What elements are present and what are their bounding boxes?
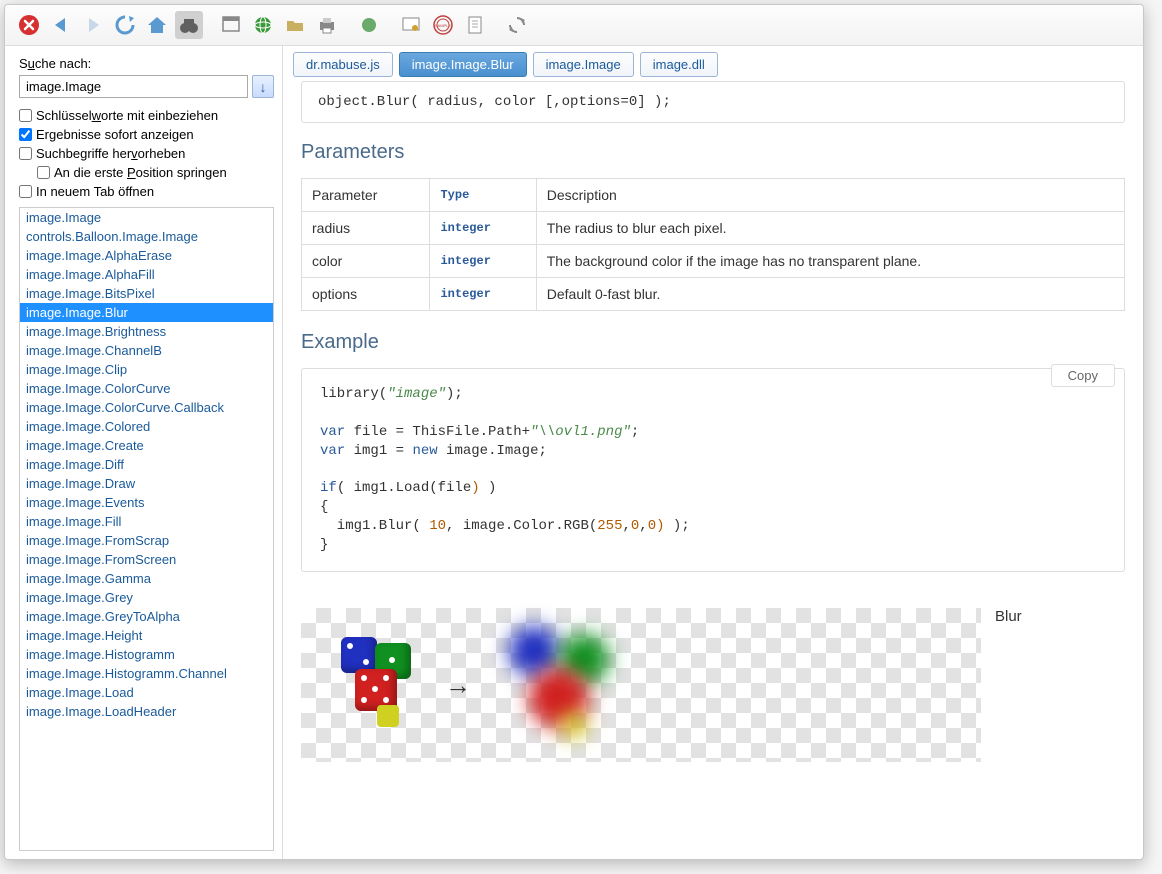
result-item[interactable]: image.Image <box>20 208 273 227</box>
result-item[interactable]: image.Image.Brightness <box>20 322 273 341</box>
result-item[interactable]: image.Image.LoadHeader <box>20 702 273 721</box>
arrow-icon: → <box>445 670 471 701</box>
search-sidebar: Suche nach: ↓ Schlüsselworte mit einbezi… <box>5 46 283 859</box>
result-item[interactable]: image.Image.Load <box>20 683 273 702</box>
binoculars-icon[interactable] <box>175 11 203 39</box>
result-item[interactable]: image.Image.FromScreen <box>20 550 273 569</box>
parameters-table: Parameter Type Description radiusinteger… <box>301 178 1125 311</box>
search-submit-button[interactable]: ↓ <box>252 75 274 98</box>
result-item[interactable]: image.Image.Events <box>20 493 273 512</box>
table-row: optionsintegerDefault 0-fast blur. <box>302 278 1125 311</box>
tab[interactable]: image.dll <box>640 52 718 77</box>
document-icon[interactable] <box>461 11 489 39</box>
refresh-icon[interactable] <box>111 11 139 39</box>
result-item[interactable]: image.Image.Height <box>20 626 273 645</box>
result-item[interactable]: image.Image.Draw <box>20 474 273 493</box>
tab[interactable]: dr.mabuse.js <box>293 52 393 77</box>
parameters-heading: Parameters <box>301 141 1125 164</box>
print-icon[interactable] <box>313 11 341 39</box>
chk-instant[interactable]: Ergebnisse sofort anzeigen <box>19 127 274 142</box>
th-type: Type <box>430 179 536 212</box>
th-parameter: Parameter <box>302 179 430 212</box>
table-row: radiusintegerThe radius to blur each pix… <box>302 212 1125 245</box>
result-item[interactable]: image.Image.AlphaErase <box>20 246 273 265</box>
tab-bar: dr.mabuse.jsimage.Image.Blurimage.Imagei… <box>283 46 1143 77</box>
syntax-block: object.Blur( radius, color [,options=0] … <box>301 81 1125 123</box>
result-item[interactable]: image.Image.Grey <box>20 588 273 607</box>
result-item[interactable]: image.Image.FromScrap <box>20 531 273 550</box>
result-item[interactable]: image.Image.Blur <box>20 303 273 322</box>
main-area: Suche nach: ↓ Schlüsselworte mit einbezi… <box>5 46 1143 859</box>
content-pane: dr.mabuse.jsimage.Image.Blurimage.Imagei… <box>283 46 1143 859</box>
result-item[interactable]: controls.Balloon.Image.Image <box>20 227 273 246</box>
svg-text:SAMPLE: SAMPLE <box>435 23 452 28</box>
example-heading: Example <box>301 331 1125 354</box>
result-item[interactable]: image.Image.Create <box>20 436 273 455</box>
sample-stamp-icon[interactable]: SAMPLE <box>429 11 457 39</box>
chk-highlight[interactable]: Suchbegriffe hervorheben <box>19 146 274 161</box>
code-example: library("image"); var file = ThisFile.Pa… <box>301 368 1125 572</box>
result-item[interactable]: image.Image.Gamma <box>20 569 273 588</box>
back-icon[interactable] <box>47 11 75 39</box>
th-description: Description <box>536 179 1124 212</box>
results-list[interactable]: image.Imagecontrols.Balloon.Image.Imagei… <box>19 207 274 851</box>
result-item[interactable]: image.Image.ColorCurve <box>20 379 273 398</box>
tab[interactable]: image.Image <box>533 52 634 77</box>
image-comparison: → Blur <box>301 608 1125 762</box>
table-row: colorintegerThe background color if the … <box>302 245 1125 278</box>
result-item[interactable]: image.Image.ColorCurve.Callback <box>20 398 273 417</box>
copy-button[interactable]: Copy <box>1051 364 1115 387</box>
result-item[interactable]: image.Image.Diff <box>20 455 273 474</box>
chk-new-tab[interactable]: In neuem Tab öffnen <box>19 184 274 199</box>
result-item[interactable]: image.Image.GreyToAlpha <box>20 607 273 626</box>
sync-icon[interactable] <box>503 11 531 39</box>
result-item[interactable]: image.Image.Fill <box>20 512 273 531</box>
result-item[interactable]: image.Image.BitsPixel <box>20 284 273 303</box>
app-window: SAMPLE Suche nach: ↓ Schlüsselworte mit … <box>4 4 1144 860</box>
home-icon[interactable] <box>143 11 171 39</box>
chk-keywords[interactable]: Schlüsselworte mit einbeziehen <box>19 108 274 123</box>
result-item[interactable]: image.Image.Clip <box>20 360 273 379</box>
result-item[interactable]: image.Image.Histogramm <box>20 645 273 664</box>
search-input[interactable] <box>19 75 248 98</box>
result-item[interactable]: image.Image.AlphaFill <box>20 265 273 284</box>
doc-body[interactable]: object.Blur( radius, color [,options=0] … <box>283 77 1143 859</box>
close-icon[interactable] <box>15 11 43 39</box>
blurred-image <box>493 620 633 750</box>
forward-icon[interactable] <box>79 11 107 39</box>
new-window-icon[interactable] <box>217 11 245 39</box>
certificate-icon[interactable] <box>397 11 425 39</box>
result-item[interactable]: image.Image.ChannelB <box>20 341 273 360</box>
search-label: Suche nach: <box>19 56 274 71</box>
checker-bg: → <box>301 608 981 762</box>
toolbar: SAMPLE <box>5 5 1143 46</box>
image-caption: Blur <box>995 608 1022 625</box>
page-icon[interactable] <box>355 11 383 39</box>
open-folder-icon[interactable] <box>281 11 309 39</box>
globe-icon[interactable] <box>249 11 277 39</box>
original-image <box>323 635 423 735</box>
tab[interactable]: image.Image.Blur <box>399 52 527 77</box>
result-item[interactable]: image.Image.Colored <box>20 417 273 436</box>
result-item[interactable]: image.Image.Histogramm.Channel <box>20 664 273 683</box>
chk-first-position[interactable]: An die erste Position springen <box>37 165 274 180</box>
